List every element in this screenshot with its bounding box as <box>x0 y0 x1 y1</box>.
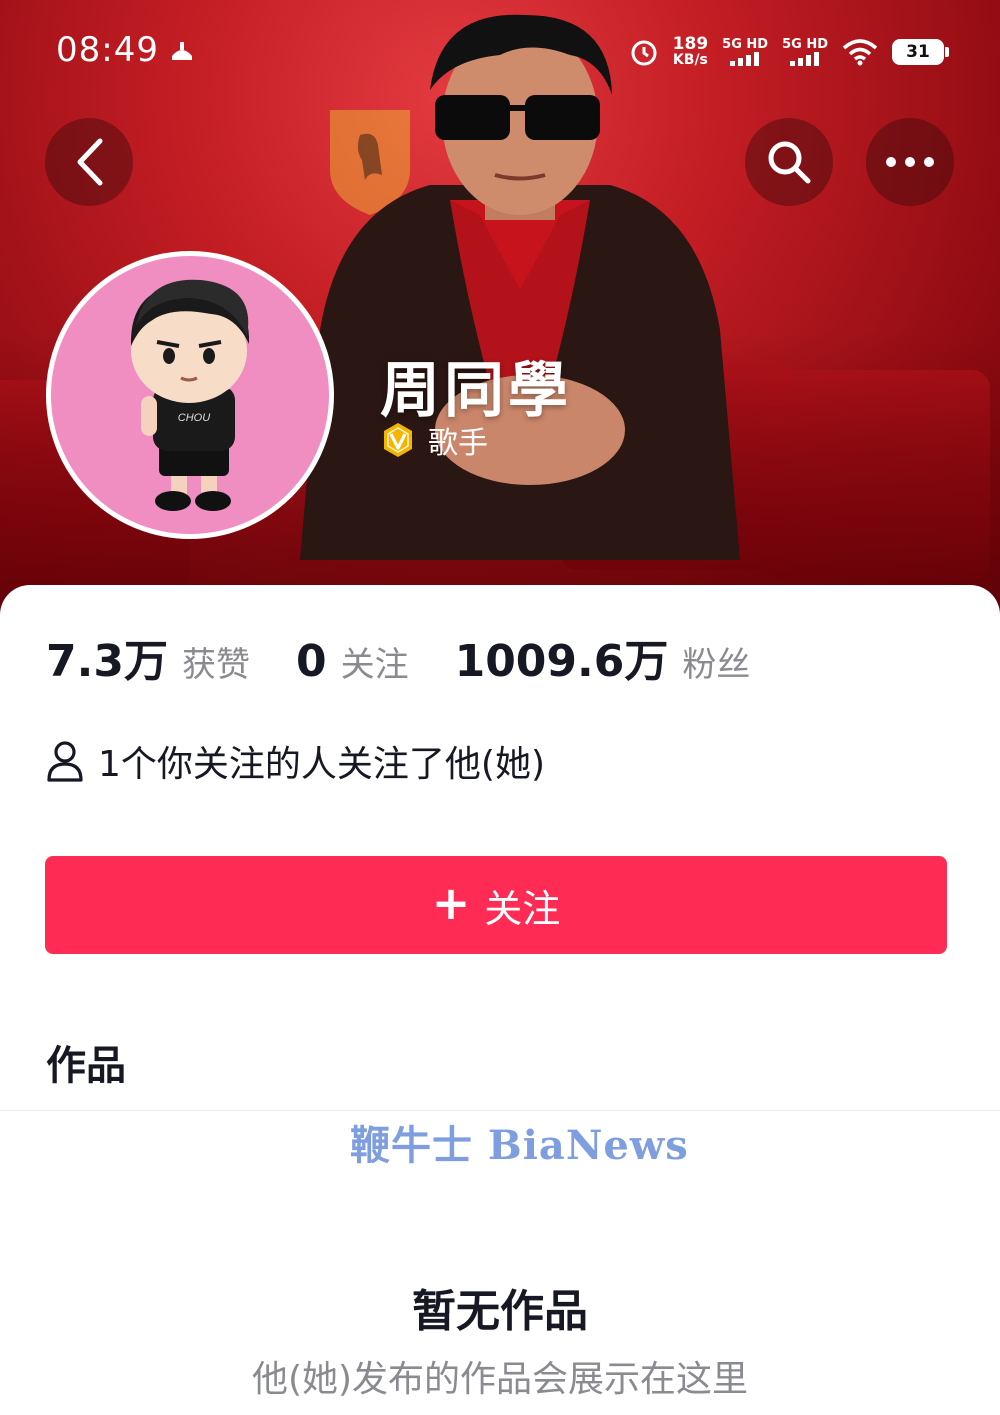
net-speed-value: 189 <box>672 34 709 54</box>
banner-portrait <box>300 14 740 560</box>
empty-state-title: 暂无作品 <box>412 1286 588 1337</box>
stat-following[interactable]: 0 关注 <box>296 636 409 687</box>
profile-card: 7.3万 获赞 0 关注 1009.6万 粉丝 1个你关注的人关注了他(她) +… <box>0 585 1000 1415</box>
signal-sim1: 5G HD <box>722 38 768 66</box>
watermark: 鞭牛士 BiaNews <box>350 1122 689 1169</box>
empty-state-subtitle: 他(她)发布的作品会展示在这里 <box>251 1359 749 1400</box>
battery-indicator: 31 <box>892 39 949 65</box>
follow-button[interactable]: + 关注 <box>45 856 947 954</box>
profile-nickname: 周同學 <box>380 356 572 426</box>
stat-likes-value: 7.3万 <box>46 636 168 687</box>
profile-stats: 7.3万 获赞 0 关注 1009.6万 粉丝 <box>46 625 796 689</box>
back-button[interactable] <box>45 118 133 206</box>
person-icon <box>47 741 83 782</box>
stat-likes[interactable]: 7.3万 获赞 <box>46 625 250 689</box>
follow-button-label: 关注 <box>484 886 561 931</box>
signal-bars-icon <box>730 52 760 66</box>
search-button[interactable] <box>745 118 833 206</box>
notification-icon <box>172 42 192 60</box>
more-icon <box>886 157 934 167</box>
avatar[interactable]: CHOU <box>46 251 334 539</box>
more-button[interactable] <box>866 118 954 206</box>
stat-followers[interactable]: 1009.6万 粉丝 <box>455 625 751 689</box>
signal-bars-icon <box>790 52 820 66</box>
status-right-group: 189 KB/s 5G HD 5G HD 31 <box>629 32 949 72</box>
net-speed: 189 KB/s <box>672 34 709 69</box>
signal-sim2: 5G HD <box>782 38 828 66</box>
stat-followers-value: 1009.6万 <box>454 636 669 687</box>
net-speed-unit: KB/s <box>672 52 708 68</box>
plus-icon: + <box>431 876 471 930</box>
tab-works[interactable]: 作品 <box>46 1033 126 1091</box>
sim2-label: 5G HD <box>782 37 828 52</box>
stat-likes-label: 获赞 <box>181 645 250 685</box>
search-icon <box>768 141 811 184</box>
verified-badge-icon <box>384 423 412 457</box>
stat-following-value: 0 <box>295 636 327 687</box>
chevron-left-icon <box>77 138 103 186</box>
verification-row: 歌手 <box>380 420 488 461</box>
stat-following-label: 关注 <box>340 645 409 685</box>
avatar-cartoon-image: CHOU <box>130 279 250 511</box>
verification-label: 歌手 <box>428 426 488 461</box>
wifi-icon <box>842 39 878 66</box>
sim1-label: 5G HD <box>722 37 769 52</box>
mutual-follow-text: 1个你关注的人关注了他(她) <box>98 744 545 785</box>
alarm-icon <box>631 40 657 66</box>
status-bar: 08:49 189 KB/s 5G HD 5G HD 31 <box>0 24 1000 80</box>
stat-followers-label: 粉丝 <box>682 645 751 685</box>
mutual-follow-row[interactable]: 1个你关注的人关注了他(她) <box>46 735 545 787</box>
status-time: 08:49 <box>56 30 159 70</box>
avatar-shirt-text: CHOU <box>178 412 210 424</box>
divider <box>0 1110 1000 1111</box>
